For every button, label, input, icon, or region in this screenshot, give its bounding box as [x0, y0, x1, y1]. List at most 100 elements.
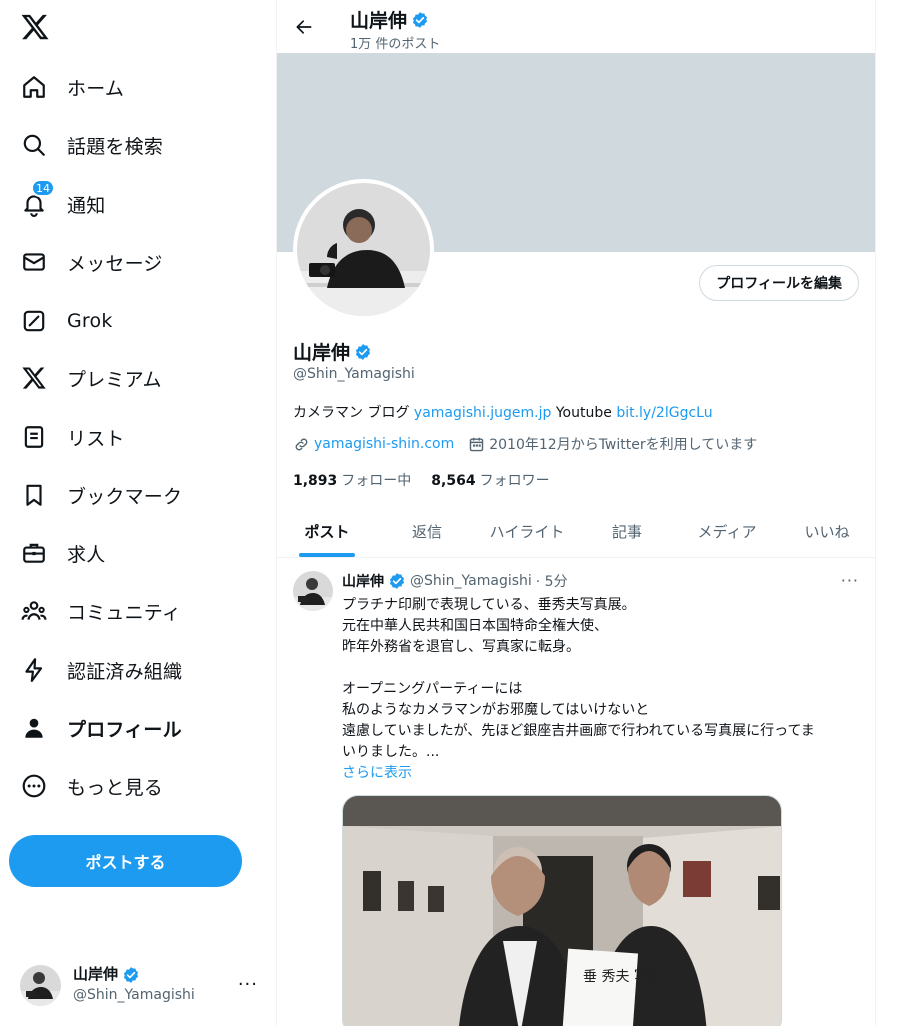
profile-header-bar: 山岸伸 1万 件のポスト: [277, 0, 875, 53]
tweet-line: いりました。...: [342, 744, 440, 760]
verified-badge-icon: [389, 573, 405, 589]
nav-jobs[interactable]: 求人: [14, 528, 123, 578]
profile-follow-stats: 1,893 フォロー中 8,564 フォロワー: [293, 470, 570, 490]
tweet-photo[interactable]: 垂 秀夫 写真: [342, 795, 782, 1026]
account-switcher[interactable]: 山岸伸 @Shin_Yamagishi ···: [8, 952, 270, 1018]
nav-bookmarks-label: ブックマーク: [67, 485, 183, 508]
nav-lists[interactable]: リスト: [14, 412, 143, 462]
edit-profile-button[interactable]: プロフィールを編集: [699, 265, 859, 301]
bio-link-blog[interactable]: yamagishi.jugem.jp: [414, 405, 552, 421]
envelope-icon: [20, 248, 48, 276]
account-name: 山岸伸: [73, 965, 119, 983]
nav-explore[interactable]: 話題を検索: [14, 120, 181, 170]
nav-premium[interactable]: プレミアム: [14, 353, 180, 403]
more-circle-icon: [20, 772, 48, 800]
x-logo-icon: [20, 364, 48, 392]
show-more-link[interactable]: さらに表示: [342, 763, 862, 784]
followers-label: フォロワー: [479, 473, 550, 489]
nav-lists-label: リスト: [67, 427, 125, 450]
nav-verified-orgs-label: 認証済み組織: [67, 660, 183, 683]
nav-grok[interactable]: Grok: [14, 296, 131, 346]
person-icon: [20, 714, 48, 742]
verified-badge-icon[interactable]: [354, 343, 372, 361]
nav-profile[interactable]: プロフィール: [14, 703, 200, 753]
profile-handle: @Shin_Yamagishi: [293, 366, 415, 382]
tweet-line: 私のようなカメラマンがお邪魔してはいけないと: [342, 702, 650, 718]
nav-communities-label: コミュニティ: [67, 601, 182, 624]
profile-name: 山岸伸: [293, 342, 351, 364]
nav-more-label: もっと見る: [67, 776, 164, 799]
post-button[interactable]: ポストする: [9, 835, 242, 887]
tweet-text: プラチナ印刷で表現している、垂秀夫写真展。 元在中華人民共和国日本国特命全権大使…: [342, 595, 862, 784]
tab-posts[interactable]: ポスト: [277, 506, 377, 557]
tweet-line: 遠慮していましたが、先ほど銀座吉井画廊で行われている写真展に行ってま: [342, 723, 815, 739]
account-avatar: [20, 964, 61, 1006]
profile-joined: 2010年12月からTwitterを利用しています: [489, 437, 758, 453]
nav-communities[interactable]: コミュニティ: [14, 586, 199, 636]
tweet-author-name[interactable]: 山岸伸: [342, 571, 384, 591]
tweet-more-icon[interactable]: ···: [841, 571, 859, 590]
following-label: フォロー中: [341, 473, 412, 489]
nav-home[interactable]: ホーム: [14, 62, 142, 112]
tweet[interactable]: 山岸伸 @Shin_Yamagishi · 5分 ··· プラチナ印刷で表現して…: [277, 559, 875, 1026]
nav-profile-label: プロフィール: [67, 718, 182, 741]
tab-media[interactable]: メディア: [677, 506, 777, 557]
tweet-line: オープニングパーティーには: [342, 681, 523, 697]
tweet-author-handle[interactable]: @Shin_Yamagishi: [410, 573, 532, 589]
following-count: 1,893: [293, 473, 338, 489]
account-more-icon[interactable]: ···: [238, 974, 258, 995]
nav-jobs-label: 求人: [67, 543, 106, 566]
bell-icon: 14: [20, 179, 55, 218]
nav-notifications-label: 通知: [67, 194, 106, 217]
tweet-line: [342, 658, 862, 679]
profile-bio: カメラマン ブログ yamagishi.jugem.jp Youtube bit…: [293, 402, 713, 422]
nav-notifications[interactable]: 14 通知: [14, 179, 123, 229]
search-icon: [20, 131, 48, 159]
bio-link-youtube[interactable]: bit.ly/2lGgcLu: [616, 405, 712, 421]
nav-messages[interactable]: メッセージ: [14, 237, 181, 287]
verified-badge-icon: [123, 966, 139, 983]
calendar-icon: [470, 437, 484, 451]
nav-verified-orgs[interactable]: 認証済み組織: [14, 645, 200, 695]
verified-badge-icon: [412, 11, 428, 28]
tab-replies[interactable]: 返信: [377, 506, 477, 557]
profile-meta: yamagishi-shin.com 2010年12月からTwitterを利用し…: [293, 434, 757, 454]
nav-home-label: ホーム: [67, 77, 125, 100]
tweet-avatar[interactable]: [293, 571, 333, 611]
following-link[interactable]: 1,893 フォロー中: [293, 470, 411, 490]
bio-text-youtube: Youtube: [551, 405, 617, 421]
header-name: 山岸伸: [350, 10, 408, 32]
nav-explore-label: 話題を検索: [67, 135, 164, 158]
profile-website-link[interactable]: yamagishi-shin.com: [314, 436, 454, 452]
home-icon: [20, 73, 48, 101]
left-sidebar: ホーム 話題を検索 14 通知 メッセージ Grok プレミアム リスト ブック…: [0, 0, 276, 1026]
followers-count: 8,564: [431, 473, 476, 489]
nav-more[interactable]: もっと見る: [14, 761, 181, 811]
book-title-text: 垂 秀夫 写真: [583, 969, 662, 985]
lightning-icon: [20, 656, 48, 684]
link-icon: [295, 438, 308, 450]
account-handle: @Shin_Yamagishi: [73, 987, 195, 1003]
profile-column: 山岸伸 1万 件のポスト プロフィールを編集 山岸伸 @Shin_Yamagis…: [276, 0, 876, 1026]
bio-text: カメラマン ブログ: [293, 405, 414, 421]
nav-bookmarks[interactable]: ブックマーク: [14, 470, 200, 520]
people-icon: [20, 597, 48, 625]
nav-messages-label: メッセージ: [67, 252, 163, 275]
profile-avatar[interactable]: [293, 179, 434, 320]
tab-articles[interactable]: 記事: [577, 506, 677, 557]
briefcase-icon: [20, 539, 48, 567]
bookmark-icon: [20, 481, 48, 509]
tweet-line: プラチナ印刷で表現している、垂秀夫写真展。: [342, 597, 636, 613]
nav-grok-label: Grok: [67, 310, 113, 332]
tab-highlights[interactable]: ハイライト: [477, 506, 577, 557]
profile-tabs: ポスト 返信 ハイライト 記事 メディア いいね: [277, 506, 875, 558]
followers-link[interactable]: 8,564 フォロワー: [431, 470, 549, 490]
tab-likes[interactable]: いいね: [777, 506, 875, 557]
back-arrow-icon[interactable]: [291, 14, 317, 40]
tweet-line: 昨年外務省を退官し、写真家に転身。: [342, 639, 580, 655]
tweet-time[interactable]: · 5分: [536, 571, 568, 591]
list-icon: [20, 423, 48, 451]
tweet-header: 山岸伸 @Shin_Yamagishi · 5分: [342, 571, 568, 591]
x-logo-icon[interactable]: [20, 12, 50, 42]
tweet-line: 元在中華人民共和国日本国特命全権大使、: [342, 618, 608, 634]
